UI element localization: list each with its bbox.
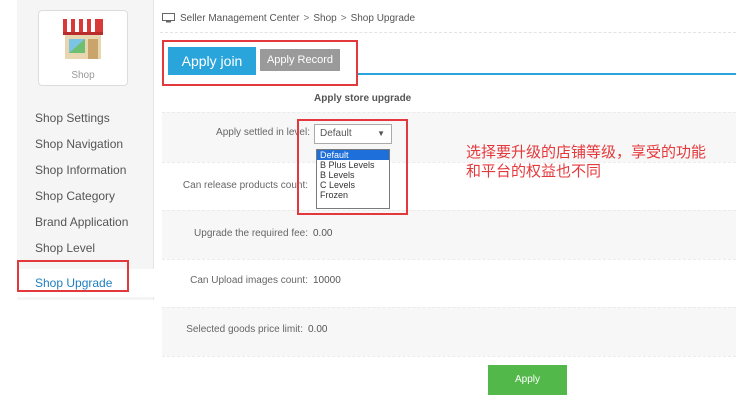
monitor-icon	[162, 13, 175, 23]
sidebar-item-brand-application[interactable]: Brand Application	[17, 209, 154, 235]
row-divider	[162, 210, 736, 211]
breadcrumb: Seller Management Center > Shop > Shop U…	[162, 10, 415, 26]
breadcrumb-item-shop-upgrade: Shop Upgrade	[350, 12, 416, 24]
sidebar: Shop Shop Settings Shop Navigation Shop …	[17, 0, 154, 300]
products-count-label: Can release products count:	[182, 180, 308, 191]
fee-label: Upgrade the required fee:	[194, 228, 308, 239]
sidebar-item-shop-level[interactable]: Shop Level	[17, 235, 154, 261]
highlight-box-tabs	[162, 40, 358, 86]
sidebar-item-shop-navigation[interactable]: Shop Navigation	[17, 131, 154, 157]
storefront-icon	[63, 19, 103, 59]
price-limit-label: Selected goods price limit:	[186, 324, 303, 335]
images-count-label: Can Upload images count:	[190, 275, 308, 286]
tab-underline	[356, 73, 736, 75]
breadcrumb-separator: >	[340, 12, 347, 24]
level-label: Apply settled in level:	[216, 127, 310, 138]
form-title: Apply store upgrade	[314, 93, 412, 104]
fee-value: 0.00	[313, 228, 333, 239]
breadcrumb-item-shop[interactable]: Shop	[313, 13, 336, 24]
sidebar-item-shop-category[interactable]: Shop Category	[17, 183, 154, 209]
apply-button[interactable]: Apply	[488, 365, 567, 395]
shop-card-label: Shop	[71, 70, 95, 81]
price-limit-value: 0.00	[308, 324, 328, 335]
highlight-box-sidebar	[17, 260, 129, 292]
blank-area	[0, 300, 160, 399]
breadcrumb-item-seller-center[interactable]: Seller Management Center	[180, 13, 300, 24]
breadcrumb-divider	[160, 32, 736, 33]
row-divider	[162, 307, 736, 308]
breadcrumb-separator: >	[303, 12, 310, 24]
shop-card: Shop	[38, 10, 128, 86]
annotation-note: 选择要升级的店铺等级，享受的功能和平台的权益也不同	[466, 143, 707, 180]
row-divider	[162, 259, 736, 260]
sidebar-item-shop-settings[interactable]: Shop Settings	[17, 105, 154, 131]
highlight-box-select	[297, 119, 408, 215]
sidebar-item-shop-information[interactable]: Shop Information	[17, 157, 154, 183]
images-count-value: 10000	[313, 275, 341, 286]
row-divider	[162, 112, 736, 113]
row-divider	[162, 356, 736, 357]
